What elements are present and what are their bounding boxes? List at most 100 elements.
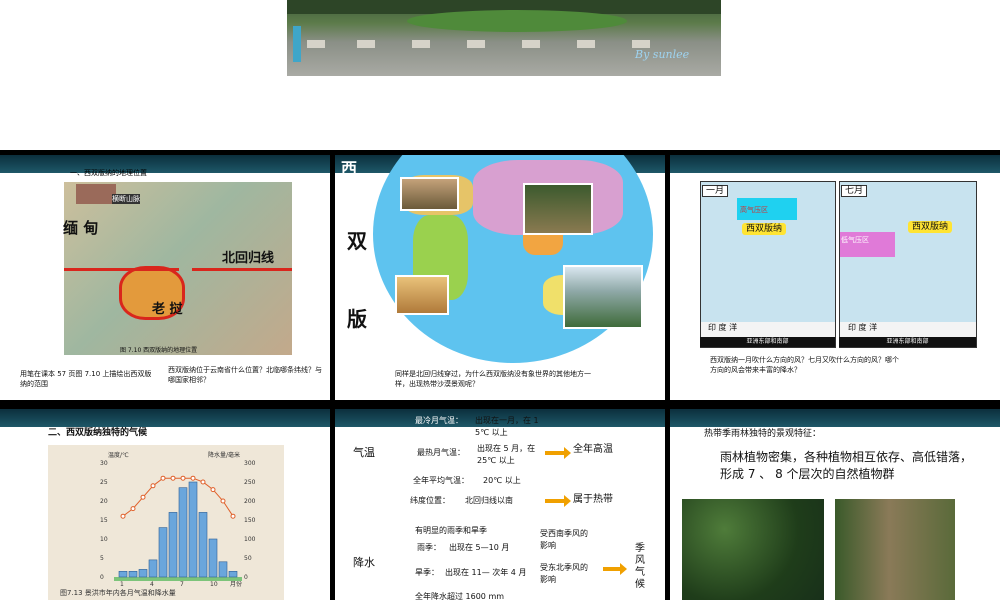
label-laos: 老 挝 <box>152 302 183 317</box>
x-tick: 4 <box>150 581 154 588</box>
temp-point <box>180 475 186 481</box>
precip-bar <box>138 569 148 578</box>
precip-bar <box>178 487 188 578</box>
slide-title: 一、西双版纳的地理位置 <box>70 169 147 177</box>
caption-left: 用笔在课本 57 页图 7.10 上描绘出西双版纳的范围 <box>20 370 152 388</box>
hottest-value: 出现在 5 月，在 25℃ 以上 <box>477 444 536 465</box>
annual-avg-label: 全年平均气温： <box>413 476 469 485</box>
dry-cause: 受东北季风的影响 <box>540 563 588 584</box>
watermark: By sunlee <box>635 48 690 61</box>
annual-high-label: 全年高温 <box>573 444 613 455</box>
slide-header-bar <box>0 409 330 427</box>
coldest-value: 出现在一月，在 1 5℃ 以上 <box>475 416 539 437</box>
high-pressure-label: 高气压区 <box>740 206 768 214</box>
photo-desert <box>395 275 449 315</box>
temp-point <box>230 513 236 519</box>
slide-geo-location[interactable]: 一、西双版纳的地理位置 缅 甸 横断山脉 北回归线 老 挝 图 7.10 西双版… <box>0 155 330 400</box>
slide-rainforest[interactable]: 热带季雨林独特的景观特征： 雨林植物密集，各种植物相互依存、高低错落，形成 7 … <box>670 409 1000 600</box>
monsoon-label: 季风气候 <box>635 543 645 590</box>
y-left-tick: 25 <box>100 479 108 486</box>
slide-caption: 西双版纳一月吹什么方向的风？七月又吹什么方向的风？哪个方向的风会带来丰富的降水？ <box>710 356 899 374</box>
y-left-tick: 0 <box>100 574 104 581</box>
region-label-jul: 亚洲东部和南部 <box>839 337 976 347</box>
x-tick: 7 <box>180 581 184 588</box>
slide-title: 二、西双版纳独特的气候 <box>48 428 148 438</box>
slide-world-map[interactable]: 西 双 版 同样是北回归线穿过，为什么西双版纳没有象世界的其他地方一样，出现热带… <box>335 155 665 400</box>
dry-value: 出现在 11— 次年 4 月 <box>445 568 527 577</box>
y-left-tick: 10 <box>100 536 108 543</box>
jan-label: 一月 <box>702 185 729 197</box>
bollard <box>357 40 375 48</box>
lawn <box>407 10 627 32</box>
y-right-tick: 50 <box>244 555 252 562</box>
map-terrain <box>76 184 116 204</box>
slide-header-bar <box>670 409 1000 427</box>
figure-caption: 图7.13 景洪市年内各月气温和降水量 <box>60 588 176 597</box>
rainy-label: 雨季： <box>417 543 441 552</box>
y-left-tick: 20 <box>100 498 108 505</box>
tropic-line <box>192 268 292 271</box>
annual-precip-label: 全年降水超过 1600 mm <box>415 592 505 600</box>
person-figure <box>293 26 301 62</box>
precip-bar <box>118 571 128 578</box>
temp-point <box>170 475 176 481</box>
temp-point <box>130 506 136 512</box>
temp-point <box>150 483 156 489</box>
temp-point <box>210 487 216 493</box>
label-myanmar: 缅 甸 <box>63 219 99 237</box>
temp-point <box>140 494 146 500</box>
y-right-tick: 0 <box>244 574 248 581</box>
precip-bar <box>198 512 208 578</box>
temp-point <box>120 513 126 519</box>
arrow-right <box>545 447 571 459</box>
title-char: 双 <box>347 229 367 253</box>
slide-monsoon[interactable]: 一月 七月 高气压区 低气压区 西双版纳 西双版纳 印 度 洋 印 度 洋 亚洲… <box>670 155 1000 400</box>
region-label-jan: 亚洲东部和南部 <box>700 337 835 347</box>
slide-header-bar <box>0 155 330 173</box>
bollard <box>632 40 650 48</box>
ocean-label-jul: 印 度 洋 <box>848 323 878 332</box>
temp-header: 气温 <box>353 446 375 459</box>
slide-caption: 同样是北回归线穿过，为什么西双版纳没有象世界的其他地方一样，出现热带沙漠景观呢？ <box>395 370 591 388</box>
y-right-tick: 150 <box>244 517 256 524</box>
precip-bar <box>148 559 158 578</box>
slide-body: 雨林植物密集，各种植物相互依存、高低错落，形成 7 、 8 个层次的自然植物群 <box>720 450 973 481</box>
bollard <box>577 40 595 48</box>
slide-title: 热带季雨林独特的景观特征： <box>704 429 822 439</box>
precip-bar <box>128 571 138 578</box>
arrow-right <box>545 495 571 507</box>
x-tick: 10 <box>210 581 218 588</box>
y-right-tick: 200 <box>244 498 256 505</box>
precip-bar <box>208 538 218 578</box>
hottest-label: 最热月气温： <box>417 448 465 457</box>
y-left-label: 温度/℃ <box>108 451 129 459</box>
title-char: 版 <box>347 307 367 331</box>
hero-photo: By sunlee <box>287 0 721 76</box>
photo-mountain-forest <box>563 265 643 329</box>
y-right-label: 降水量/毫米 <box>208 451 240 459</box>
rainy-value: 出现在 5—10 月 <box>449 543 510 552</box>
coldest-label: 最冷月气温： <box>415 416 463 425</box>
precip-bar <box>218 561 228 578</box>
dry-label: 旱季： <box>415 568 439 577</box>
y-left-tick: 30 <box>100 460 108 467</box>
photo-tree-trunk <box>835 499 955 600</box>
climate-chart: 温度/℃ 降水量/毫米 3025201510503002502001501005… <box>48 445 284 600</box>
xsbn-label-jan: 西双版纳 <box>742 223 787 235</box>
precip-bar <box>158 527 168 578</box>
x-tick: 1 <box>120 581 124 588</box>
tropic-zone-label: 属于热带 <box>573 494 613 505</box>
temp-point <box>200 479 206 485</box>
slide-climate-chart[interactable]: 二、西双版纳独特的气候 温度/℃ 降水量/毫米 30 25 20 15 10 5 0 300 2… <box>0 409 330 600</box>
y-right-tick: 100 <box>244 536 256 543</box>
title-char: 西 <box>341 159 358 178</box>
arrow-right <box>603 563 627 575</box>
bollard <box>467 40 485 48</box>
jul-label: 七月 <box>841 185 868 197</box>
slide-climate-summary[interactable]: 最冷月气温： 出现在一月，在 1 5℃ 以上 气温 最热月气温： 出现在 5 月… <box>335 409 665 600</box>
annual-avg-value: 20℃ 以上 <box>483 476 521 485</box>
caption-right: 西双版纳位于云南省什么位置？北临哪条纬线？与哪国家相邻？ <box>168 366 322 384</box>
latitude-label: 纬度位置： <box>410 496 450 505</box>
tropic-line <box>64 268 179 271</box>
bollard <box>412 40 430 48</box>
